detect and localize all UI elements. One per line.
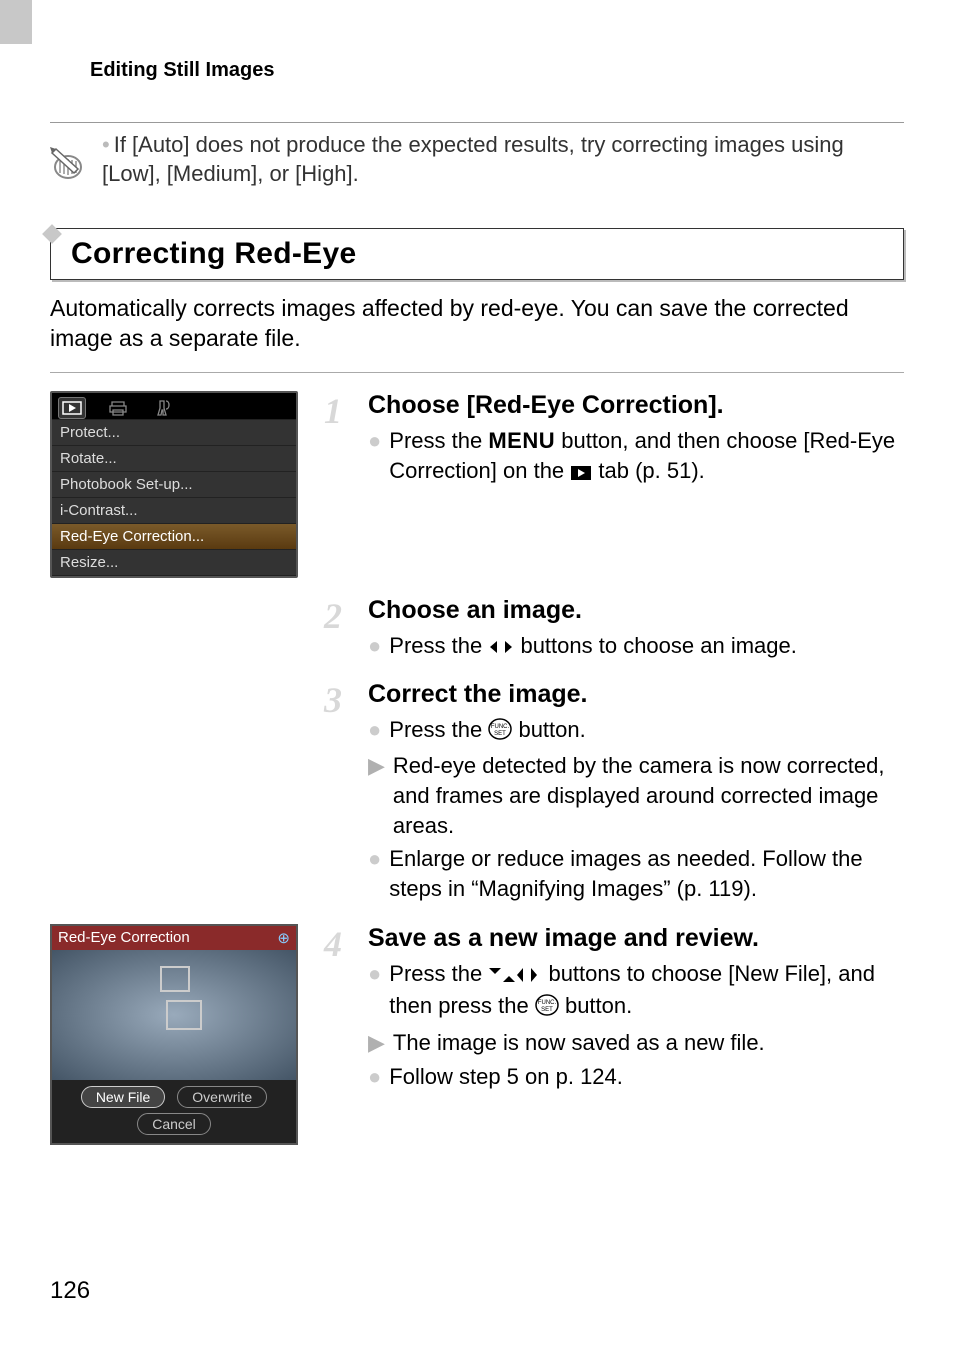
text: Red-eye detected by the camera is now co… [393,751,904,840]
step-instruction: ● Follow step 5 on p. 124. [368,1062,904,1092]
step-title: Save as a new image and review. [368,924,904,953]
playback-tab-inline-icon [570,459,592,489]
step-2: 2 Choose an image. ● Press the buttons t… [324,596,904,668]
step-instruction: ● Press the FUNC.SET button. [368,715,904,748]
step-instruction: ● Press the buttons to choose an image. [368,631,904,664]
step-instruction: ● Press the buttons to choose [New File]… [368,959,904,1024]
text: Press the [389,633,488,658]
redeye-correction-screenshot: Red-Eye Correction ⊕ New File Overwrite … [50,924,298,1145]
triangle-icon: ▶ [368,1028,385,1058]
running-header: Editing Still Images [50,46,904,102]
text: Follow step 5 on p. 124. [389,1062,904,1092]
text: Press the [389,717,488,742]
menu-item: Resize... [52,549,296,576]
bullet-icon: ● [368,959,381,1024]
step-4-row: Red-Eye Correction ⊕ New File Overwrite … [50,924,904,1145]
svg-text:FUNC.: FUNC. [538,1000,557,1006]
text: button. [559,993,632,1018]
step-title: Choose [Red-Eye Correction]. [368,391,904,420]
menu-item: Protect... [52,419,296,445]
text: Press the [389,428,488,453]
text: tab (p. 51). [592,458,705,483]
four-way-arrow-icon [488,962,542,992]
left-right-arrow-icon [488,634,514,664]
page-content: Editing Still Images •If [Auto] does not… [0,0,954,1345]
magnify-icon: ⊕ [277,929,290,947]
tools-tab-icon [150,397,178,419]
step-instruction: ● Enlarge or reduce images as needed. Fo… [368,844,904,903]
divider-line [50,372,904,373]
svg-text:SET: SET [495,731,507,737]
step-1: 1 Choose [Red-Eye Correction]. ● Press t… [324,391,904,492]
section-heading: Correcting Red-Eye [71,237,889,271]
pencil-note-icon [50,131,86,188]
text: Press the [389,961,488,986]
step-number: 3 [324,680,354,908]
menu-item: i-Contrast... [52,497,296,523]
menu-item: Photobook Set-up... [52,471,296,497]
overwrite-option: Overwrite [177,1086,267,1108]
redeye-panel-title: Red-Eye Correction [58,929,190,947]
tip-note-text: •If [Auto] does not produce the expected… [102,131,904,188]
svg-text:FUNC.: FUNC. [491,724,510,730]
bullet-icon: ● [368,631,381,664]
section-intro: Automatically corrects images affected b… [50,294,904,354]
menu-item-selected: Red-Eye Correction... [52,523,296,549]
text: button. [512,717,585,742]
text: buttons to choose an image. [514,633,797,658]
redeye-preview-image [52,950,296,1080]
cancel-option: Cancel [137,1113,211,1135]
step-2-3-row: 2 Choose an image. ● Press the buttons t… [50,596,904,920]
triangle-icon: ▶ [368,751,385,840]
step-number: 1 [324,391,354,492]
func-set-button-icon: FUNC.SET [535,994,559,1024]
step-instruction: ● Press the MENU button, and then choose… [368,426,904,488]
text: The image is now saved as a new file. [393,1028,904,1058]
step-title: Correct the image. [368,680,904,709]
func-set-button-icon: FUNC.SET [488,718,512,748]
bullet-icon: ● [368,426,381,488]
svg-text:SET: SET [541,1007,553,1013]
bullet-icon: ● [368,844,381,903]
step-result: ▶ Red-eye detected by the camera is now … [368,751,904,840]
step-3: 3 Correct the image. ● Press the FUNC.SE… [324,680,904,908]
step-number: 2 [324,596,354,668]
tip-note: •If [Auto] does not produce the expected… [50,122,904,208]
camera-menu-screenshot: Protect... Rotate... Photobook Set-up...… [50,391,298,578]
step-title: Choose an image. [368,596,904,625]
menu-item: Rotate... [52,445,296,471]
step-1-row: Protect... Rotate... Photobook Set-up...… [50,391,904,578]
playback-tab-icon [58,397,86,419]
section-heading-bar: Correcting Red-Eye [50,228,904,280]
bullet-icon: ● [368,715,381,748]
step-4: 4 Save as a new image and review. ● Pres… [324,924,904,1096]
page-number: 126 [50,1277,90,1305]
menu-button-label: MENU [488,428,555,453]
step-number: 4 [324,924,354,1096]
bullet-icon: ● [368,1062,381,1092]
text: Enlarge or reduce images as needed. Foll… [389,844,904,903]
new-file-option: New File [81,1086,165,1108]
step-result: ▶ The image is now saved as a new file. [368,1028,904,1058]
print-tab-icon [104,397,132,419]
